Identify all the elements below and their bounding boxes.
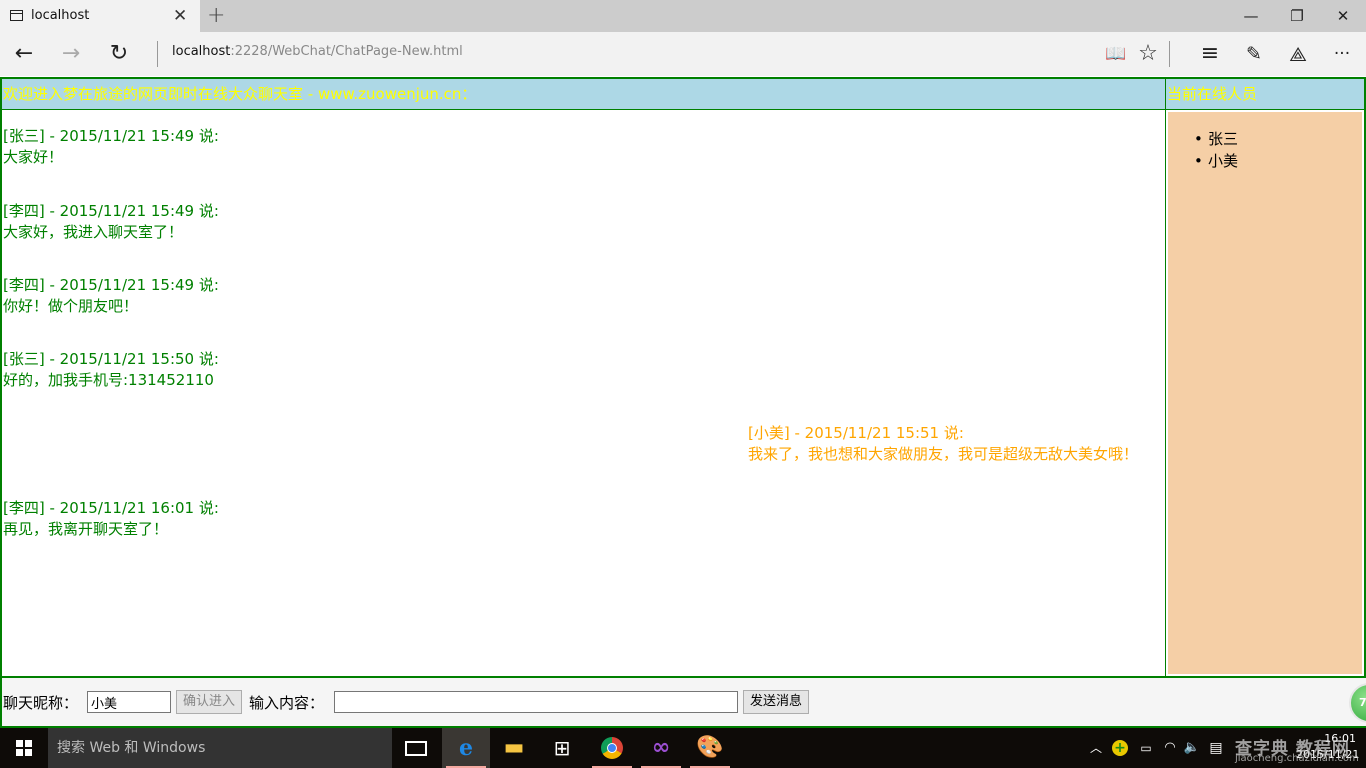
- divider: [157, 41, 158, 67]
- tab-title: localhost: [31, 8, 90, 23]
- windows-logo-icon: [16, 740, 32, 756]
- wifi-icon[interactable]: ◠: [1160, 728, 1180, 768]
- message-meta: [李四] - 2015/11/21 16:01 说:: [3, 499, 219, 517]
- chrome-icon[interactable]: [588, 728, 636, 768]
- online-user: 张三: [1194, 128, 1238, 150]
- message-list[interactable]: [张三] - 2015/11/21 15:49 说: 大家好！ [李四] - 2…: [2, 110, 1166, 676]
- address-bar[interactable]: localhost:2228/WebChat/ChatPage-New.html: [172, 44, 463, 59]
- message-item: [李四] - 2015/11/21 16:01 说: 再见，我离开聊天室了！: [3, 498, 219, 540]
- message-meta: [张三] - 2015/11/21 15:49 说:: [3, 127, 219, 145]
- chat-title: 欢迎进入梦在旅途的网页即时在线大众聊天室 - www.zuowenjun.cn：: [2, 79, 1166, 110]
- message-meta: [李四] - 2015/11/21 15:49 说:: [3, 202, 219, 220]
- chat-frame: 欢迎进入梦在旅途的网页即时在线大众聊天室 - www.zuowenjun.cn：…: [0, 77, 1366, 678]
- new-tab-button[interactable]: +: [207, 3, 225, 29]
- show-hidden-icons[interactable]: ︿: [1088, 728, 1104, 768]
- refresh-button[interactable]: ↻: [104, 40, 134, 68]
- content-label: 输入内容：: [249, 694, 325, 712]
- message-item: [张三] - 2015/11/21 15:49 说: 大家好！: [3, 126, 219, 168]
- input-bar: 聊天昵称： 确认进入 输入内容： 发送消息 74: [0, 678, 1366, 728]
- hub-icon[interactable]: ≡: [1195, 40, 1225, 68]
- divider: [1169, 41, 1170, 67]
- online-users-list: 张三 小美: [1194, 128, 1238, 172]
- restore-button[interactable]: ❐: [1274, 4, 1320, 28]
- page-content: 欢迎进入梦在旅途的网页即时在线大众聊天室 - www.zuowenjun.cn：…: [0, 76, 1366, 728]
- reading-view-icon[interactable]: 📖: [1101, 40, 1131, 68]
- browser-tab[interactable]: localhost ✕: [0, 0, 200, 32]
- online-user: 小美: [1194, 150, 1238, 172]
- message-item: [张三] - 2015/11/21 15:50 说: 好的，加我手机号:1314…: [3, 349, 219, 391]
- tab-strip: localhost ✕ + — ❐ ✕: [0, 0, 1366, 32]
- store-icon[interactable]: ⊞: [538, 728, 586, 768]
- message-text: 再见，我离开聊天室了！: [3, 520, 169, 538]
- message-input[interactable]: [334, 691, 738, 713]
- page-icon: [10, 10, 23, 21]
- action-center-icon[interactable]: ▤: [1206, 728, 1226, 768]
- task-view-icon[interactable]: [405, 741, 427, 756]
- more-icon[interactable]: ···: [1327, 40, 1357, 68]
- edge-app-icon[interactable]: e: [442, 728, 490, 768]
- message-meta: [李四] - 2015/11/21 15:49 说:: [3, 276, 219, 294]
- taskbar-search[interactable]: 搜索 Web 和 Windows: [48, 728, 392, 768]
- close-tab-icon[interactable]: ✕: [173, 6, 187, 26]
- address-host: localhost: [172, 44, 231, 59]
- message-meta: [小美] - 2015/11/21 15:51 说:: [748, 424, 964, 442]
- web-note-icon[interactable]: ✎: [1239, 40, 1269, 68]
- volume-icon[interactable]: 🔈: [1182, 728, 1202, 768]
- navigation-bar: ← → ↻ localhost:2228/WebChat/ChatPage-Ne…: [0, 32, 1366, 76]
- address-path: :2228/WebChat/ChatPage-New.html: [230, 44, 463, 59]
- confirm-enter-button[interactable]: 确认进入: [176, 690, 243, 714]
- minimize-button[interactable]: —: [1228, 4, 1274, 28]
- message-text: 你好！做个朋友吧！: [3, 297, 139, 315]
- online-users-panel: 张三 小美: [1167, 111, 1363, 675]
- battery-icon[interactable]: ▭: [1136, 728, 1156, 768]
- send-message-button[interactable]: 发送消息: [743, 690, 810, 714]
- message-meta: [张三] - 2015/11/21 15:50 说:: [3, 350, 219, 368]
- visual-studio-icon[interactable]: ∞: [637, 728, 685, 768]
- back-button[interactable]: ←: [9, 40, 39, 68]
- taskbar: 搜索 Web 和 Windows e ▬ ⊞ ∞ 🎨 ︿ + ▭ ◠ 🔈 ▤ 1…: [0, 728, 1366, 768]
- nickname-input[interactable]: [87, 691, 171, 713]
- message-item: [李四] - 2015/11/21 15:49 说: 大家好，我进入聊天室了！: [3, 201, 219, 243]
- watermark-url: jiaocheng.chazidian.com: [1235, 753, 1359, 764]
- message-item: [李四] - 2015/11/21 15:49 说: 你好！做个朋友吧！: [3, 275, 219, 317]
- message-text: 好的，加我手机号:131452110: [3, 371, 214, 389]
- message-text: 大家好！: [3, 148, 64, 166]
- online-users-title: 当前在线人员: [1166, 79, 1364, 110]
- message-item-self: [小美] - 2015/11/21 15:51 说: 我来了，我也想和大家做朋友…: [748, 423, 1161, 465]
- forward-button[interactable]: →: [56, 40, 86, 68]
- message-text: 大家好，我进入聊天室了！: [3, 223, 184, 241]
- favorite-star-icon[interactable]: ☆: [1133, 40, 1163, 68]
- share-icon[interactable]: ⟁: [1283, 40, 1313, 68]
- start-button[interactable]: [0, 728, 48, 768]
- nickname-label: 聊天昵称：: [3, 694, 79, 712]
- speed-badge[interactable]: 74: [1349, 683, 1366, 723]
- close-window-button[interactable]: ✕: [1320, 4, 1366, 28]
- file-explorer-icon[interactable]: ▬: [490, 728, 538, 768]
- security-app-icon[interactable]: +: [1110, 728, 1130, 768]
- paint-icon[interactable]: 🎨: [686, 728, 734, 768]
- message-text: 我来了，我也想和大家做朋友，我可是超级无敌大美女哦！: [748, 445, 1139, 463]
